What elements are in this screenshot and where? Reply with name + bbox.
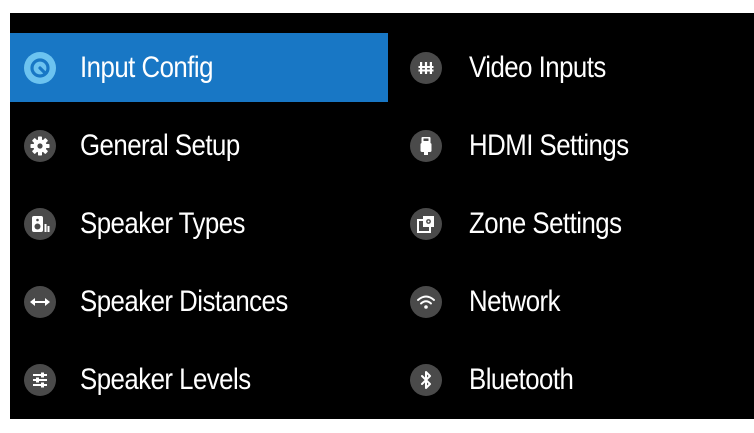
video-inputs-icon	[410, 51, 442, 84]
menu-item-label: General Setup	[80, 128, 240, 162]
zone-icon	[410, 207, 442, 240]
menu-item-general-setup[interactable]: General Setup	[10, 111, 388, 180]
menu-column-left: Input Config General Setup Speaker Types…	[10, 33, 388, 423]
menu-item-input-config[interactable]: Input Config	[10, 33, 388, 102]
menu-item-speaker-levels[interactable]: Speaker Levels	[10, 345, 388, 414]
wifi-icon	[410, 285, 442, 318]
menu-item-label: Network	[469, 284, 561, 318]
menu-item-label: Bluetooth	[469, 362, 574, 396]
menu-item-bluetooth[interactable]: Bluetooth	[388, 345, 754, 414]
speaker-icon	[24, 207, 56, 240]
menu-item-label: Speaker Distances	[80, 284, 288, 318]
menu-item-label: Speaker Levels	[80, 362, 251, 396]
menu-item-label: Speaker Types	[80, 206, 245, 240]
bluetooth-icon	[410, 363, 442, 396]
menu-item-hdmi-settings[interactable]: HDMI Settings	[388, 111, 754, 180]
menu-item-label: HDMI Settings	[469, 128, 629, 162]
settings-menu: Input Config General Setup Speaker Types…	[10, 13, 754, 419]
menu-column-right: Video Inputs HDMI Settings Zone Settings…	[388, 33, 754, 423]
menu-item-speaker-distances[interactable]: Speaker Distances	[10, 267, 388, 336]
menu-item-label: Video Inputs	[469, 50, 606, 84]
sliders-icon	[24, 363, 56, 396]
menu-item-video-inputs[interactable]: Video Inputs	[388, 33, 754, 102]
menu-item-zone-settings[interactable]: Zone Settings	[388, 189, 754, 258]
hdmi-plug-icon	[410, 129, 442, 162]
input-config-icon	[24, 51, 56, 84]
menu-item-label: Zone Settings	[469, 206, 622, 240]
double-arrow-icon	[24, 285, 56, 318]
menu-item-network[interactable]: Network	[388, 267, 754, 336]
menu-item-label: Input Config	[80, 50, 213, 84]
gear-icon	[24, 129, 56, 162]
menu-item-speaker-types[interactable]: Speaker Types	[10, 189, 388, 258]
